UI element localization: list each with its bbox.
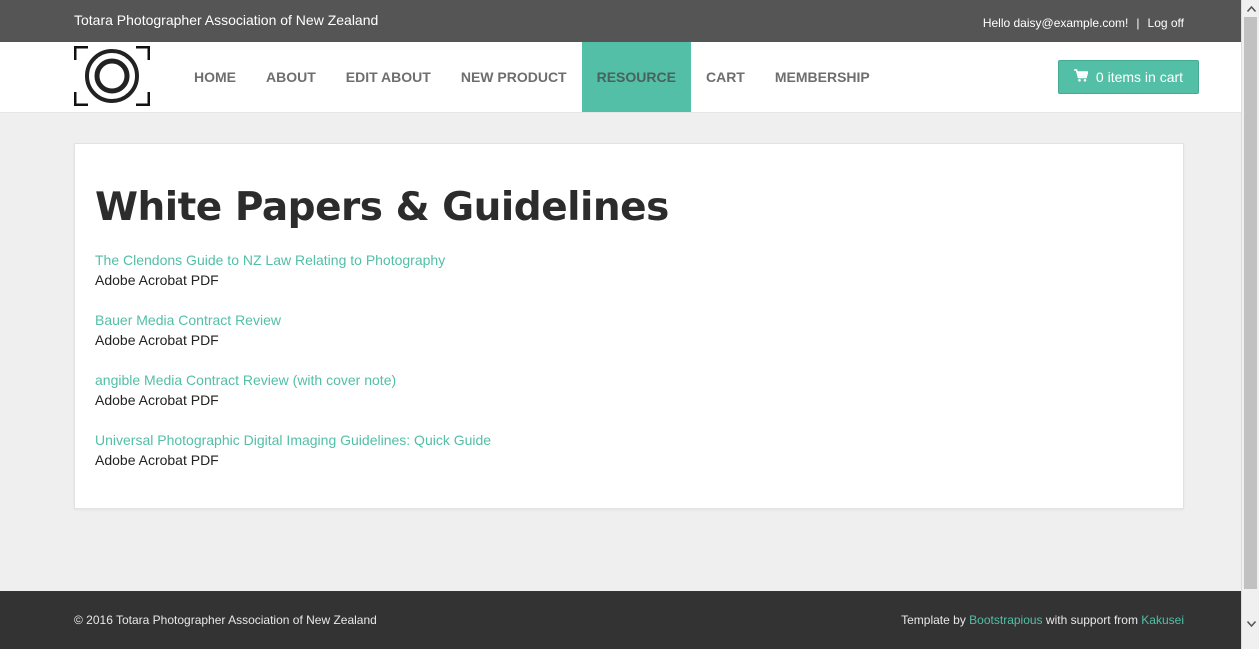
scroll-thumb[interactable] (1244, 17, 1257, 589)
nav-item-edit-about[interactable]: EDIT ABOUT (331, 42, 446, 112)
nav-item-new-product[interactable]: NEW PRODUCT (446, 42, 582, 112)
document-type: Adobe Acrobat PDF (95, 272, 219, 288)
document-link[interactable]: angible Media Contract Review (with cove… (95, 370, 491, 390)
document-link[interactable]: The Clendons Guide to NZ Law Relating to… (95, 250, 491, 270)
log-off-link[interactable]: Log off (1148, 16, 1184, 30)
list-item: The Clendons Guide to NZ Law Relating to… (95, 250, 491, 310)
user-greeting: Hello daisy@example.com! (982, 16, 1129, 30)
scroll-down-arrow-icon[interactable] (1242, 615, 1259, 632)
document-list: The Clendons Guide to NZ Law Relating to… (95, 250, 491, 490)
list-item: Universal Photographic Digital Imaging G… (95, 430, 491, 490)
nav-item-cart[interactable]: CART (691, 42, 760, 112)
scroll-up-arrow-icon[interactable] (1242, 0, 1259, 17)
nav-item-home[interactable]: HOME (179, 42, 251, 112)
shopping-cart-icon (1073, 69, 1089, 85)
document-type: Adobe Acrobat PDF (95, 392, 219, 408)
nav-item-membership[interactable]: MEMBERSHIP (760, 42, 885, 112)
list-item: Bauer Media Contract Review Adobe Acroba… (95, 310, 491, 370)
footer: © 2016 Totara Photographer Association o… (0, 591, 1241, 649)
top-bar: Totara Photographer Association of New Z… (0, 0, 1241, 42)
page-title: White Papers & Guidelines (95, 185, 669, 230)
nav-menu: HOME ABOUT EDIT ABOUT NEW PRODUCT RESOUR… (179, 42, 885, 112)
nav-item-about[interactable]: ABOUT (251, 42, 331, 112)
vertical-scrollbar[interactable] (1241, 0, 1259, 649)
support-from-text: with support from (1045, 613, 1138, 627)
user-area: Hello daisy@example.com! | Log off (983, 16, 1184, 30)
kakusei-link[interactable]: Kakusei (1141, 613, 1184, 627)
site-name: Totara Photographer Association of New Z… (74, 12, 379, 28)
cart-button-label: 0 items in cart (1095, 69, 1184, 85)
document-type: Adobe Acrobat PDF (95, 332, 219, 348)
template-by-text: Template by (901, 613, 966, 627)
main-navbar: HOME ABOUT EDIT ABOUT NEW PRODUCT RESOUR… (0, 42, 1241, 113)
template-credits: Template by Bootstrapious with support f… (901, 613, 1184, 627)
camera-aperture-logo-icon[interactable] (73, 45, 151, 107)
document-type: Adobe Acrobat PDF (95, 452, 219, 468)
list-item: angible Media Contract Review (with cove… (95, 370, 491, 430)
document-link[interactable]: Bauer Media Contract Review (95, 310, 491, 330)
nav-item-resource[interactable]: RESOURCE (581, 42, 691, 112)
document-link[interactable]: Universal Photographic Digital Imaging G… (95, 430, 491, 450)
content-panel: White Papers & Guidelines The Clendons G… (74, 143, 1184, 509)
bootstrapious-link[interactable]: Bootstrapious (969, 613, 1042, 627)
page: Totara Photographer Association of New Z… (0, 0, 1241, 649)
cart-button[interactable]: 0 items in cart (1058, 60, 1199, 94)
separator: | (1136, 16, 1140, 30)
copyright-text: © 2016 Totara Photographer Association o… (74, 613, 377, 627)
